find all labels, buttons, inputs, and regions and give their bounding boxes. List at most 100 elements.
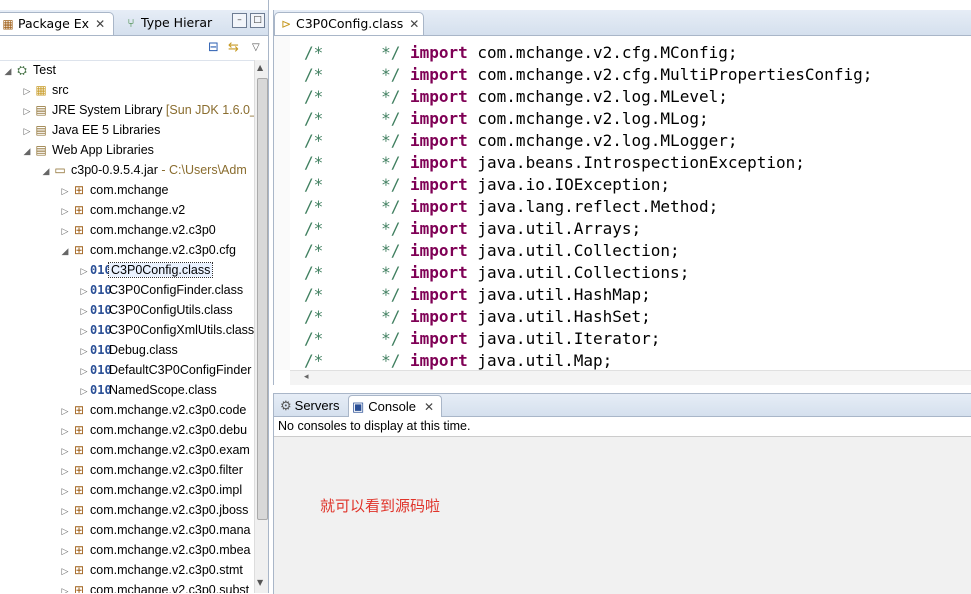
tree-item-label: JRE System Library [52, 103, 163, 117]
collapsed-arrow-icon[interactable]: ▷ [78, 281, 90, 301]
collapsed-arrow-icon[interactable]: ▷ [59, 401, 71, 421]
servers-icon: ⚙ [280, 398, 292, 413]
scroll-up-icon[interactable]: ▲ [257, 63, 263, 72]
collapsed-arrow-icon[interactable]: ▷ [21, 81, 33, 101]
collapsed-arrow-icon[interactable]: ▷ [59, 481, 71, 501]
close-icon[interactable]: ✕ [409, 17, 419, 31]
collapsed-arrow-icon[interactable]: ▷ [59, 501, 71, 521]
collapsed-arrow-icon[interactable]: ▷ [78, 301, 90, 321]
collapsed-arrow-icon[interactable]: ▷ [59, 221, 71, 241]
tree-item[interactable]: ◢ ▭ c3p0-0.9.5.4.jar - C:\Users\Adm [40, 160, 247, 180]
package-icon: ⊞ [73, 583, 85, 593]
tree-item[interactable]: ▷ ⊞ com.mchange.v2.c3p0.code [59, 400, 247, 421]
code-keyword: import [409, 351, 468, 370]
collapsed-arrow-icon[interactable]: ▷ [59, 541, 71, 561]
editor-horizontal-scrollbar[interactable]: ◂ [290, 370, 971, 385]
tree-item[interactable]: ▷ ▤ JRE System Library [Sun JDK 1.6.0_ [21, 100, 254, 120]
tree-item[interactable]: ▷ ⊞ com.mchange.v2.c3p0.mbea [59, 540, 251, 560]
collapsed-arrow-icon[interactable]: ▷ [21, 121, 33, 141]
expanded-arrow-icon[interactable]: ◢ [40, 161, 52, 181]
tree-item-label: com.mchange.v2.c3p0.stmt [90, 563, 243, 577]
collapse-all-icon[interactable]: ⊟ [208, 40, 219, 55]
tree-item[interactable]: ▷ ⊞ com.mchange.v2.c3p0.jboss [59, 500, 249, 521]
tree-item[interactable]: ▷ ⊞ com.mchange.v2.c3p0.subst [59, 580, 250, 593]
tree-item[interactable]: ▷ ⊞ com.mchange.v2.c3p0 [59, 220, 216, 240]
collapsed-arrow-icon[interactable]: ▷ [59, 581, 71, 593]
collapsed-arrow-icon[interactable]: ▷ [78, 381, 90, 401]
collapsed-arrow-icon[interactable]: ▷ [21, 101, 33, 121]
code-line: /* */ import java.lang.reflect.Method; [304, 196, 718, 218]
library-icon: ▤ [35, 123, 47, 137]
tree-item[interactable]: ▷ ▦ src [21, 80, 69, 100]
tree-item-label: com.mchange.v2 [90, 203, 186, 217]
tree-item[interactable]: ▷ 010NamedScope.class [78, 380, 217, 400]
code-line: /* */ import com.mchange.v2.cfg.MultiPro… [304, 64, 872, 86]
tree-scrollbar[interactable]: ▲ ▼ [254, 60, 268, 593]
tab-c3p0config-class[interactable]: ⊳ C3P0Config.class ✕ [274, 12, 424, 35]
code-area[interactable]: /* */ import com.mchange.v2.cfg.MConfig;… [290, 36, 971, 370]
tree-item[interactable]: ▷ 010C3P0ConfigXmlUtils.class [78, 320, 254, 340]
tab-label: Console [368, 399, 416, 414]
collapsed-arrow-icon[interactable]: ▷ [59, 421, 71, 441]
collapsed-arrow-icon[interactable]: ▷ [78, 321, 90, 341]
collapsed-arrow-icon[interactable]: ▷ [78, 341, 90, 361]
package-icon: ⊞ [73, 423, 85, 437]
expanded-arrow-icon[interactable]: ◢ [21, 141, 33, 161]
view-menu-icon[interactable]: ▽ [252, 42, 260, 53]
tree-item[interactable]: ▷ 010DefaultC3P0ConfigFinder [78, 360, 252, 381]
scroll-left-icon[interactable]: ◂ [304, 372, 309, 382]
tab-label: C3P0Config.class [296, 16, 404, 31]
code-text: java.util.Collection; [467, 241, 680, 260]
tree-item[interactable]: ▷ ⊞ com.mchange.v2.c3p0.exam [59, 440, 250, 460]
package-icon: ⊞ [73, 203, 85, 217]
code-line: /* */ import java.util.Collections; [304, 262, 689, 284]
tab-package-explorer[interactable]: ▦ Package Ex ✕ [0, 12, 114, 35]
tree-item[interactable]: ▷ 010C3P0ConfigFinder.class [78, 280, 244, 301]
collapsed-arrow-icon[interactable]: ▷ [59, 521, 71, 541]
tree-item[interactable]: ▷ ⊞ com.mchange [59, 180, 169, 200]
collapsed-arrow-icon[interactable]: ▷ [59, 201, 71, 221]
tab-console[interactable]: ▣ Console ✕ [348, 395, 442, 417]
tree-item[interactable]: ▷ 010C3P0Config.class [78, 260, 214, 281]
tree-item[interactable]: ◢ ▤ Web App Libraries [21, 140, 154, 160]
code-line: /* */ import java.util.Collection; [304, 240, 680, 262]
scroll-down-icon[interactable]: ▼ [257, 578, 263, 587]
collapsed-arrow-icon[interactable]: ▷ [78, 261, 90, 281]
tree-item[interactable]: ▷ ⊞ com.mchange.v2.c3p0.mana [59, 520, 251, 540]
expanded-arrow-icon[interactable]: ◢ [2, 61, 14, 81]
tree-item[interactable]: ◢ ⊞ com.mchange.v2.c3p0.cfg [59, 240, 236, 260]
collapsed-arrow-icon[interactable]: ▷ [59, 561, 71, 581]
code-text: java.io.IOException; [467, 175, 671, 194]
tree-item[interactable]: ▷ ⊞ com.mchange.v2.c3p0.impl [59, 480, 243, 501]
console-empty-message: No consoles to display at this time. [278, 419, 471, 433]
expanded-arrow-icon[interactable]: ◢ [59, 241, 71, 261]
tree-item[interactable]: ▷ 010Debug.class [78, 340, 178, 360]
tree-item-label: c3p0-0.9.5.4.jar [71, 163, 158, 177]
maximize-icon[interactable]: □ [250, 13, 265, 28]
close-icon[interactable]: ✕ [95, 17, 105, 31]
tree-item-label: com.mchange.v2.c3p0.cfg [90, 243, 236, 257]
tree-item[interactable]: ▷ ⊞ com.mchange.v2.c3p0.debu [59, 420, 248, 441]
tree-item[interactable]: ▷ ⊞ com.mchange.v2 [59, 200, 186, 221]
tab-servers[interactable]: ⚙ Servers [278, 395, 346, 416]
tree-item-label: C3P0ConfigFinder.class [109, 283, 244, 297]
scroll-thumb[interactable] [257, 78, 268, 520]
tree-item[interactable]: ◢ ⛭ Test [2, 60, 56, 80]
tree-item[interactable]: ▷ ⊞ com.mchange.v2.c3p0.filter [59, 460, 243, 480]
close-icon[interactable]: ✕ [424, 400, 434, 414]
link-with-editor-icon[interactable]: ⇆ [228, 40, 239, 55]
tree-item[interactable]: ▷ ▤ Java EE 5 Libraries [21, 120, 161, 141]
minimize-icon[interactable]: – [232, 13, 247, 28]
class-file-icon: 010 [90, 263, 112, 277]
code-line: /* */ import java.util.HashSet; [304, 306, 651, 328]
package-icon: ⊞ [73, 483, 85, 497]
collapsed-arrow-icon[interactable]: ▷ [59, 181, 71, 201]
tree-item[interactable]: ▷ ⊞ com.mchange.v2.c3p0.stmt [59, 560, 243, 580]
tree-item[interactable]: ▷ 010C3P0ConfigUtils.class [78, 300, 233, 320]
collapsed-arrow-icon[interactable]: ▷ [59, 461, 71, 481]
code-keyword: import [409, 285, 468, 304]
collapsed-arrow-icon[interactable]: ▷ [78, 361, 90, 381]
collapsed-arrow-icon[interactable]: ▷ [59, 441, 71, 461]
class-file-icon: 010 [90, 283, 112, 297]
tab-type-hierarchy[interactable]: ⑂ Type Hierar [120, 12, 220, 34]
